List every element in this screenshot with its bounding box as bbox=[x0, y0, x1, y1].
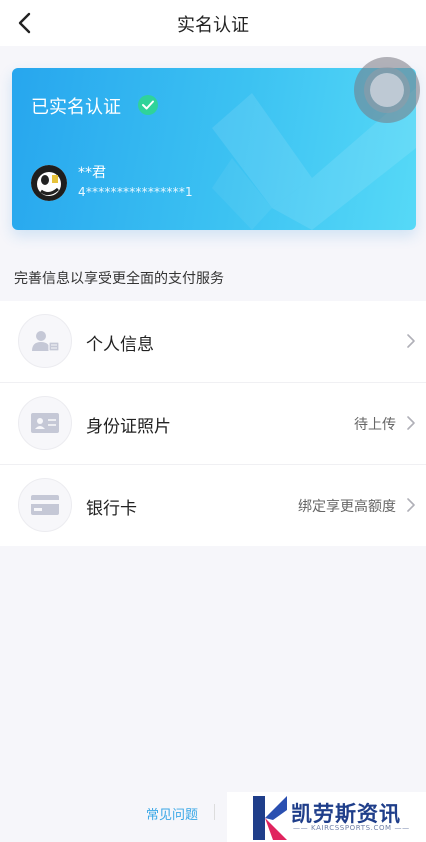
row-label: 银行卡 bbox=[86, 499, 137, 519]
verified-check-icon bbox=[138, 95, 158, 115]
list-item-personal-info[interactable]: 个人信息 bbox=[0, 301, 426, 383]
chevron-right-icon bbox=[407, 498, 415, 512]
watermark-site: —— KAIRCSSPORTS.COM —— bbox=[293, 824, 410, 832]
floating-assistive-button[interactable] bbox=[354, 57, 420, 123]
row-status: 待上传 bbox=[354, 417, 396, 433]
user-name: **君 bbox=[78, 165, 106, 181]
bank-card-icon bbox=[18, 478, 72, 532]
row-label: 身份证照片 bbox=[86, 417, 171, 437]
watermark: 凯劳斯资讯 —— KAIRCSSPORTS.COM —— bbox=[227, 792, 426, 842]
top-bar: 实名认证 bbox=[0, 0, 426, 46]
watermark-logo-icon bbox=[253, 796, 287, 840]
verified-status-label: 已实名认证 bbox=[31, 97, 121, 118]
chevron-right-icon bbox=[407, 416, 415, 430]
id-number: 4****************1 bbox=[78, 185, 193, 199]
faq-link[interactable]: 常见问题 bbox=[146, 804, 198, 823]
avatar bbox=[31, 165, 67, 201]
avatar-image bbox=[31, 165, 67, 201]
info-list: 个人信息 身份证照片 待上传 银行卡 绑定享更高额度 bbox=[0, 301, 426, 546]
section-hint: 完善信息以享受更全面的支付服务 bbox=[14, 271, 224, 287]
list-item-bank-card[interactable]: 银行卡 绑定享更高额度 bbox=[0, 465, 426, 546]
floating-button-dot bbox=[370, 73, 404, 107]
row-status: 绑定享更高额度 bbox=[298, 499, 396, 515]
id-card-icon bbox=[18, 396, 72, 450]
footer-divider bbox=[214, 804, 215, 820]
chevron-right-icon bbox=[407, 334, 415, 348]
list-item-id-photo[interactable]: 身份证照片 待上传 bbox=[0, 383, 426, 465]
row-label: 个人信息 bbox=[86, 335, 154, 355]
personal-info-icon bbox=[18, 314, 72, 368]
page-title: 实名认证 bbox=[177, 15, 249, 36]
